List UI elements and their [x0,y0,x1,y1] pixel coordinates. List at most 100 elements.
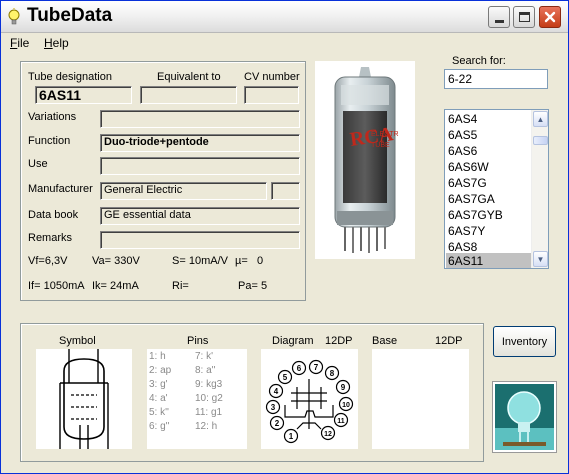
base-value-label: 12DP [435,335,463,347]
pin-entry: 1: h [149,351,166,362]
pin-number: 1 [289,432,294,441]
menu-bar: File Help [1,34,568,53]
pin-number: 9 [341,383,346,392]
app-window: TubeData File Help Tube designation Equi… [0,0,569,474]
inventory-button[interactable]: Inventory [493,326,556,357]
minimize-button[interactable] [488,6,510,28]
param-mu: µ= 0 [235,255,263,267]
pin-number: 3 [271,403,276,412]
pins-label: Pins [187,335,209,347]
pin-diagram: 123456 789101112 [265,359,354,444]
pins-box: 1: h 2: ap 3: g' 4: a' 5: k'' 6: g'' 7: … [147,349,247,449]
use-label: Use [28,158,48,170]
function-field[interactable]: Duo-triode+pentode [100,134,300,152]
param-ik: Ik= 24mA [92,280,139,292]
manufacturer-extra-field[interactable] [271,182,300,200]
equivalent-field[interactable] [140,86,237,104]
menu-help-mnemonic: H [44,36,53,50]
cv-number-field[interactable] [244,86,299,104]
svg-text:TUBE: TUBE [371,142,390,149]
param-va-value: 330V [114,255,140,267]
pin-entry: 10: g2 [195,393,223,404]
pin-number: 8 [330,369,335,378]
window-title: TubeData [27,5,113,26]
pin-entry: 3: g' [149,379,168,390]
pin-entry: 12: h [195,421,218,432]
pin-number: 11 [337,418,345,425]
param-s-name: S= [172,255,186,267]
list-item[interactable]: 6AS7Y [446,223,531,239]
pin-number: 6 [297,364,302,373]
param-pa-value: 5 [260,280,268,292]
menu-help-label: elp [52,36,69,50]
pin-entry: 6: g'' [149,421,170,432]
databook-field[interactable]: GE essential data [100,207,300,225]
tube-designation-field[interactable]: 6AS11 [35,86,132,104]
list-item[interactable]: 6AS6 [446,143,531,159]
pin-number: 12 [324,431,332,438]
pin-number: 10 [342,402,350,409]
param-s: S= 10mA/V [172,255,228,267]
param-if-name: If= [28,280,41,292]
vacuum-tube-image: RCA ELECTR TUBE [334,67,399,253]
list-item-selected[interactable]: 6AS11 [446,253,531,268]
tube-logo-icon [495,384,554,450]
param-va-name: Va= [92,255,112,267]
remarks-field[interactable] [100,231,300,249]
symbol-label: Symbol [59,335,96,347]
list-item[interactable]: 6AS6W [446,159,531,175]
maximize-button[interactable] [513,6,535,28]
list-item[interactable]: 6AS5 [446,127,531,143]
function-label: Function [28,135,71,147]
scroll-thumb[interactable] [533,136,548,145]
scroll-down-button[interactable]: ▼ [533,251,548,267]
pin-entry: 5: k'' [149,407,169,418]
param-vf-value: 6,3V [44,255,68,267]
list-item[interactable]: 6AS7GA [446,191,531,207]
pin-entry: 9: kg3 [195,379,223,390]
param-ri: Ri= [172,280,189,292]
list-item[interactable]: 6AS4 [446,111,531,127]
lightbulb-icon [8,8,20,25]
minimize-icon [494,19,504,23]
manufacturer-label: Manufacturer [28,183,93,195]
title-bar[interactable]: TubeData [1,1,568,33]
tube-list[interactable]: 6AS4 6AS5 6AS6 6AS6W 6AS7G 6AS7GA 6AS7GY… [444,109,549,269]
menu-file[interactable]: File [10,36,29,50]
menu-help[interactable]: Help [44,36,69,50]
search-label: Search for: [452,55,506,67]
manufacturer-field[interactable]: General Electric [100,182,267,200]
search-input[interactable]: 6-22 [444,69,548,89]
list-item[interactable]: 6AS7G [446,175,531,191]
param-if-value: 1050mA [43,280,85,292]
pin-entry: 2: ap [149,365,172,376]
close-icon [544,11,556,23]
chevron-up-icon: ▲ [536,114,545,124]
param-mu-name: µ= [235,255,248,267]
variations-field[interactable] [100,110,300,128]
pin-entry: 4: a' [149,393,168,404]
list-item[interactable]: 6AS7GYB [446,207,531,223]
list-scrollbar[interactable]: ▲ ▼ [531,110,548,268]
param-mu-value: 0 [256,255,264,267]
maximize-icon [518,12,530,22]
pin-entry: 11: g1 [195,407,223,418]
tube-photo: RCA ELECTR TUBE [315,61,415,259]
cv-number-label: CV number [244,71,300,83]
diagram-base-label: 12DP [325,335,353,347]
param-va: Va= 330V [92,255,140,267]
remarks-label: Remarks [28,232,73,244]
param-s-value: 10mA/V [188,255,228,267]
param-pa: Pa= 5 [238,280,267,292]
close-button[interactable] [539,6,561,28]
app-logo [492,381,557,453]
pin-number: 5 [283,373,288,382]
use-field[interactable] [100,157,300,175]
tube-designation-label: Tube designation [28,71,112,83]
param-if: If= 1050mA [28,280,85,292]
base-label: Base [372,335,398,347]
pin-entry: 7: k' [195,351,214,362]
scroll-up-button[interactable]: ▲ [533,111,548,127]
variations-label: Variations [28,111,77,123]
param-ik-value: 24mA [110,280,139,292]
